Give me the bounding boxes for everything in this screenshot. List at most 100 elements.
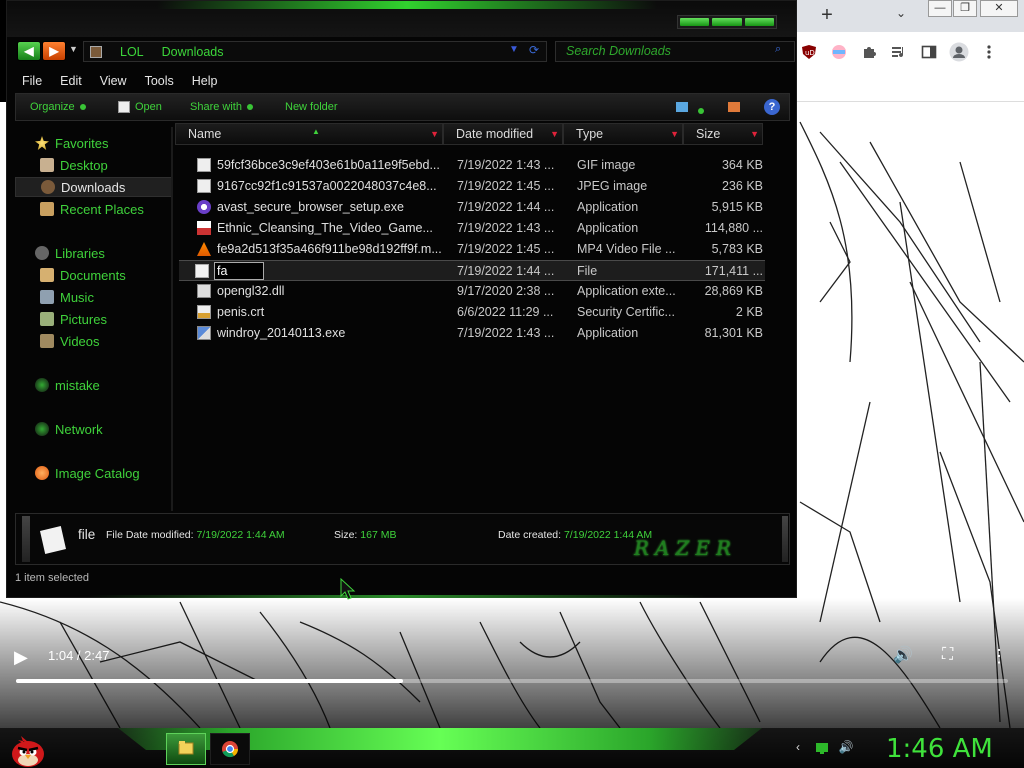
nav-music[interactable]: Music	[15, 287, 173, 307]
restore-button[interactable]: ❐	[953, 0, 977, 17]
column-date-modified[interactable]: Date modified ▼	[443, 123, 563, 145]
forward-button[interactable]: ▶	[42, 41, 66, 61]
maximize-button[interactable]	[712, 18, 742, 26]
address-dropdown-icon[interactable]: ▼	[509, 44, 519, 55]
file-row[interactable]: 9167cc92f1c91537a0022048037c4e8... 7/19/…	[179, 176, 765, 197]
nav-desktop-label: Desktop	[60, 157, 108, 173]
pictures-icon	[40, 312, 54, 326]
tab-search-chevron-icon[interactable]: ⌄	[896, 6, 912, 24]
taskbar-file-explorer-button[interactable]	[166, 733, 206, 765]
column-date-filter-icon[interactable]: ▼	[550, 124, 559, 144]
nav-recent-places[interactable]: Recent Places	[15, 199, 173, 219]
nav-network[interactable]: Network	[15, 419, 173, 439]
taskbar-chrome-button[interactable]	[210, 733, 250, 765]
change-view-icon[interactable]	[676, 102, 688, 112]
new-folder-button[interactable]: New folder	[285, 100, 338, 114]
column-size-filter-icon[interactable]: ▼	[750, 124, 759, 144]
profile-icon[interactable]	[948, 41, 970, 63]
column-name[interactable]: Name ▲ ▼	[175, 123, 443, 145]
file-date: 7/19/2022 1:45 ...	[457, 179, 555, 193]
extension-colorful-icon[interactable]	[828, 41, 850, 63]
minimize-button[interactable]	[680, 18, 710, 26]
address-bar[interactable]: LOL Downloads	[83, 41, 547, 62]
file-row[interactable]: windroy_20140113.exe 7/19/2022 1:43 ... …	[179, 323, 765, 344]
tray-expand-icon[interactable]: ‹	[790, 740, 806, 756]
file-row-selected[interactable]: fa 7/19/2022 1:44 ... File 171,411 ...	[179, 260, 765, 281]
volume-icon[interactable]: 🔊	[893, 645, 915, 667]
menu-tools[interactable]: Tools	[136, 71, 183, 91]
new-tab-button[interactable]: +	[816, 4, 838, 26]
recent-locations-dropdown-icon[interactable]: ▼	[69, 44, 78, 54]
media-control-icon[interactable]	[888, 41, 910, 63]
navigation-pane: Favorites Desktop Downloads Recent Place…	[15, 127, 173, 511]
taskbar-clock[interactable]: 1:46 AM	[886, 734, 993, 764]
menu-view[interactable]: View	[91, 71, 136, 91]
fullscreen-icon[interactable]: ⛶	[942, 646, 964, 668]
video-progress-bar[interactable]	[16, 679, 1008, 683]
puzzle-extensions-icon[interactable]	[858, 41, 880, 63]
file-date: 7/19/2022 1:43 ...	[457, 158, 555, 172]
open-file-icon	[118, 101, 130, 113]
rename-input[interactable]: fa	[214, 262, 264, 280]
column-type[interactable]: Type ▼	[563, 123, 683, 145]
nav-pictures[interactable]: Pictures	[15, 309, 173, 329]
column-type-filter-icon[interactable]: ▼	[670, 124, 679, 144]
column-size[interactable]: Size ▼	[683, 123, 763, 145]
organize-button[interactable]: Organize	[30, 100, 86, 114]
share-with-button[interactable]: Share with	[190, 100, 253, 114]
video-more-options-icon[interactable]: ⋮	[990, 646, 1008, 668]
pane-splitter[interactable]	[171, 127, 173, 511]
side-panel-icon[interactable]	[918, 41, 940, 63]
share-with-label: Share with	[190, 101, 242, 113]
nav-libraries[interactable]: Libraries	[15, 243, 173, 263]
file-row[interactable]: penis.crt 6/6/2022 11:29 ... Security Ce…	[179, 302, 765, 323]
breadcrumb-lol[interactable]: LOL	[120, 45, 144, 59]
volume-tray-icon[interactable]: 🔊	[838, 740, 854, 756]
start-button-angry-bird-icon[interactable]	[8, 732, 48, 768]
close-button[interactable]	[744, 18, 774, 26]
file-date: 7/19/2022 1:44 ...	[457, 264, 555, 278]
back-button[interactable]: ◀	[17, 41, 41, 61]
network-status-icon[interactable]	[814, 740, 830, 756]
menu-help[interactable]: Help	[183, 71, 227, 91]
nav-videos[interactable]: Videos	[15, 331, 173, 351]
file-row[interactable]: Ethnic_Cleansing_The_Video_Game... 7/19/…	[179, 218, 765, 239]
details-size: Size: 167 MB	[334, 529, 396, 541]
nav-downloads[interactable]: Downloads	[15, 177, 173, 197]
nav-desktop[interactable]: Desktop	[15, 155, 173, 175]
video-time-display: 1:04 / 2:47	[48, 648, 110, 663]
column-type-label: Type	[576, 127, 604, 141]
nav-image-catalog[interactable]: Image Catalog	[15, 463, 173, 483]
search-icon[interactable]: ⌕	[775, 43, 781, 56]
downloads-icon	[41, 180, 55, 194]
view-options-dropdown-icon[interactable]	[698, 102, 704, 117]
file-name: windroy_20140113.exe	[217, 326, 346, 340]
preview-pane-icon[interactable]	[728, 102, 740, 112]
search-input[interactable]: Search Downloads	[555, 41, 795, 62]
file-size: 364 KB	[721, 158, 763, 172]
menu-edit[interactable]: Edit	[51, 71, 91, 91]
file-row[interactable]: 59fcf36bce3c9ef403e61b0a11e9f5ebd... 7/1…	[179, 155, 765, 176]
play-button[interactable]: ▶	[14, 646, 36, 668]
kebab-menu-icon[interactable]	[978, 41, 1000, 63]
nav-documents[interactable]: Documents	[15, 265, 173, 285]
nav-favorites[interactable]: Favorites	[15, 133, 173, 153]
breadcrumb-downloads[interactable]: Downloads	[162, 45, 224, 59]
file-row[interactable]: fe9a2d513f35a466f911be98d192ff9f.m... 7/…	[179, 239, 765, 260]
minimize-button[interactable]: —	[928, 0, 952, 17]
mouse-cursor-icon	[340, 578, 356, 600]
file-type: Application	[577, 221, 639, 235]
file-row[interactable]: opengl32.dll 9/17/2020 2:38 ... Applicat…	[179, 281, 765, 302]
ublock-icon[interactable]: uD	[798, 41, 820, 63]
column-name-filter-icon[interactable]: ▼	[430, 124, 439, 144]
refresh-icon[interactable]: ⟳	[529, 43, 539, 57]
menu-file[interactable]: File	[13, 71, 51, 91]
nav-mistake[interactable]: mistake	[15, 375, 173, 395]
nav-downloads-label: Downloads	[61, 179, 126, 195]
open-button[interactable]: Open	[118, 100, 162, 114]
help-icon[interactable]: ?	[764, 99, 780, 115]
close-button[interactable]: ✕	[980, 0, 1018, 17]
file-row[interactable]: avast_secure_browser_setup.exe 7/19/2022…	[179, 197, 765, 218]
razer-logo: RAZER	[634, 536, 738, 560]
details-type-and-modified: File Date modified: 7/19/2022 1:44 AM	[106, 529, 285, 541]
